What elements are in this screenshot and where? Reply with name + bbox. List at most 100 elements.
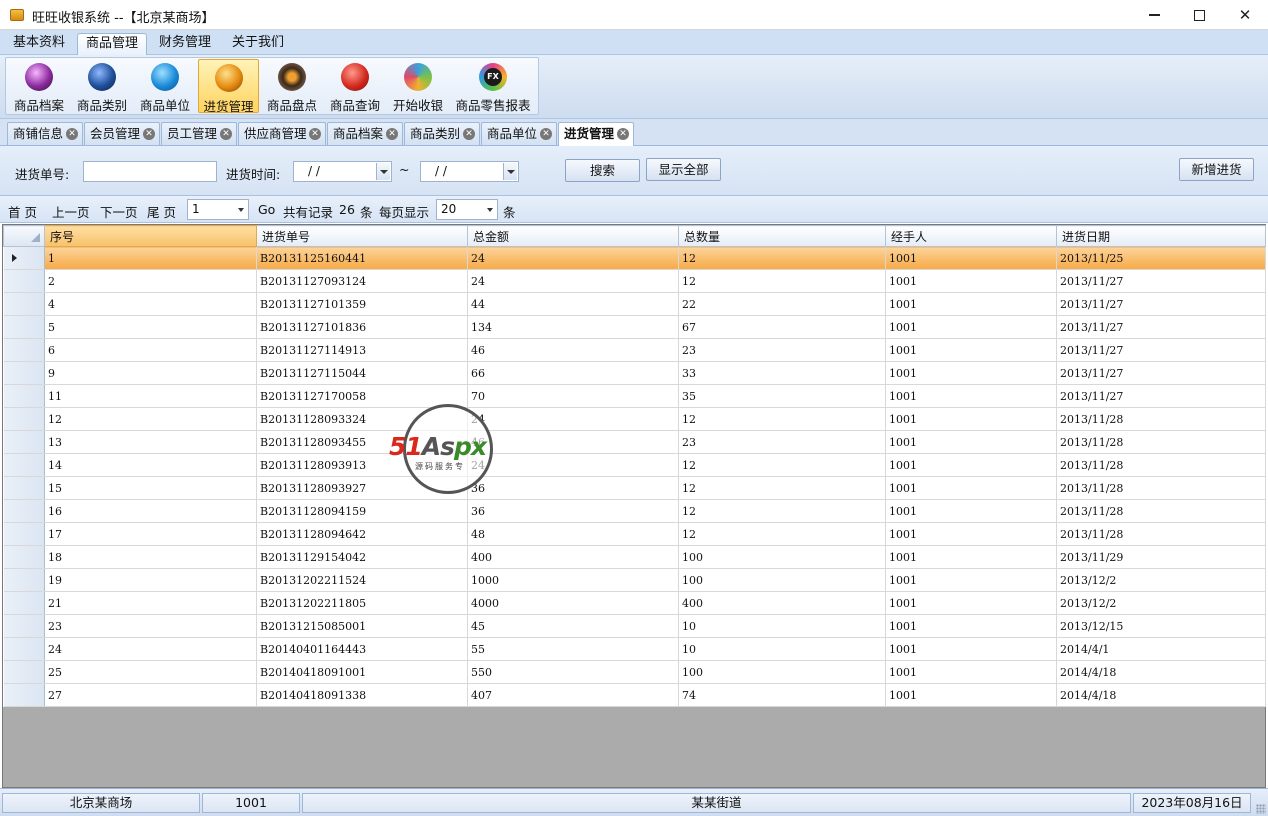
ribbon-button-unit[interactable]: 商品单位 (137, 59, 193, 113)
close-button[interactable]: ✕ (1222, 0, 1268, 30)
table-cell[interactable]: 12 (678, 453, 886, 477)
table-cell[interactable]: 12 (678, 499, 886, 523)
table-cell[interactable]: 2013/11/25 (1056, 246, 1266, 270)
column-header-purchase-date[interactable]: 进货日期 (1056, 225, 1266, 247)
table-cell[interactable]: B20131128093913 (256, 453, 468, 477)
tab-close-icon[interactable]: ✕ (386, 128, 398, 140)
table-cell[interactable]: B20131125160441 (256, 246, 468, 270)
table-cell[interactable]: 22 (678, 292, 886, 316)
table-row[interactable]: 21 B20131202211805 4000 400 1001 2013/12/2 (3, 591, 1266, 615)
table-cell[interactable]: 134 (467, 315, 679, 339)
table-cell[interactable]: 25 (44, 660, 257, 684)
column-header-total-quantity[interactable]: 总数量 (678, 225, 886, 247)
table-row[interactable]: 6 B20131127114913 46 23 1001 2013/11/27 (3, 338, 1266, 362)
table-cell[interactable]: 15 (44, 476, 257, 500)
table-cell[interactable]: 1001 (885, 522, 1057, 546)
table-cell[interactable]: 2013/11/27 (1056, 338, 1266, 362)
table-cell[interactable]: 18 (44, 545, 257, 569)
table-cell[interactable]: 2013/11/28 (1056, 430, 1266, 454)
table-cell[interactable]: 1001 (885, 614, 1057, 638)
order-no-input[interactable] (83, 161, 217, 182)
maximize-button[interactable] (1176, 0, 1222, 30)
tab-purchase-management[interactable]: 进货管理 ✕ (558, 122, 634, 146)
first-page-link[interactable]: 首 页 (8, 202, 37, 221)
table-cell[interactable]: 16 (44, 499, 257, 523)
table-cell[interactable]: 2013/11/27 (1056, 315, 1266, 339)
table-cell[interactable]: 46 (467, 338, 679, 362)
tab-shop-info[interactable]: 商铺信息 ✕ (7, 122, 83, 145)
table-row[interactable]: 23 B20131215085001 45 10 1001 2013/12/15 (3, 614, 1266, 638)
row-header[interactable] (3, 269, 45, 293)
date-from-picker[interactable]: / / (293, 161, 392, 182)
row-header[interactable] (3, 292, 45, 316)
column-header-handler[interactable]: 经手人 (885, 225, 1057, 247)
table-cell[interactable]: 2013/11/28 (1056, 407, 1266, 431)
table-cell[interactable]: 2013/11/27 (1056, 269, 1266, 293)
table-cell[interactable]: 400 (467, 545, 679, 569)
row-header[interactable] (3, 384, 45, 408)
last-page-link[interactable]: 尾 页 (147, 202, 176, 221)
table-cell[interactable]: 12 (678, 476, 886, 500)
table-cell[interactable]: 4000 (467, 591, 679, 615)
table-cell[interactable]: B20140418091338 (256, 683, 468, 707)
column-header-order-no[interactable]: 进货单号 (256, 225, 468, 247)
menu-tab-basic-data[interactable]: 基本资料 (5, 33, 73, 55)
table-row[interactable]: 15 B20131128093927 36 12 1001 2013/11/28 (3, 476, 1266, 500)
table-cell[interactable]: 12 (678, 522, 886, 546)
table-cell[interactable]: 35 (678, 384, 886, 408)
table-cell[interactable]: 1001 (885, 683, 1057, 707)
table-row[interactable]: 9 B20131127115044 66 33 1001 2013/11/27 (3, 361, 1266, 385)
table-cell[interactable]: 70 (467, 384, 679, 408)
row-header[interactable] (3, 476, 45, 500)
table-row[interactable]: 12 B20131128093324 24 12 1001 2013/11/28 (3, 407, 1266, 431)
tab-supplier-management[interactable]: 供应商管理 ✕ (238, 122, 326, 145)
table-cell[interactable]: 24 (467, 407, 679, 431)
table-cell[interactable]: 2014/4/18 (1056, 683, 1266, 707)
table-cell[interactable]: 407 (467, 683, 679, 707)
row-header[interactable] (3, 614, 45, 638)
tab-close-icon[interactable]: ✕ (66, 128, 78, 140)
ribbon-button-product-file[interactable]: 商品档案 (11, 59, 67, 113)
table-row[interactable]: 25 B20140418091001 550 100 1001 2014/4/18 (3, 660, 1266, 684)
table-cell[interactable]: 24 (467, 453, 679, 477)
table-cell[interactable]: 2013/12/15 (1056, 614, 1266, 638)
table-cell[interactable]: 21 (44, 591, 257, 615)
table-cell[interactable]: 12 (678, 407, 886, 431)
show-all-button[interactable]: 显示全部 (646, 158, 721, 181)
table-cell[interactable]: 10 (678, 614, 886, 638)
tab-product-file[interactable]: 商品档案 ✕ (327, 122, 403, 145)
tab-close-icon[interactable]: ✕ (309, 128, 321, 140)
row-header[interactable] (3, 637, 45, 661)
table-cell[interactable]: 14 (44, 453, 257, 477)
table-cell[interactable]: 2013/11/28 (1056, 499, 1266, 523)
table-row[interactable]: 5 B20131127101836 134 67 1001 2013/11/27 (3, 315, 1266, 339)
table-cell[interactable]: B20131128093455 (256, 430, 468, 454)
table-cell[interactable]: B20131128093927 (256, 476, 468, 500)
table-cell[interactable]: 48 (467, 522, 679, 546)
per-page-select[interactable]: 20 (436, 199, 498, 220)
table-cell[interactable]: 6 (44, 338, 257, 362)
table-cell[interactable]: 1001 (885, 430, 1057, 454)
column-header-total-amount[interactable]: 总金额 (467, 225, 679, 247)
table-cell[interactable]: B20131129154042 (256, 545, 468, 569)
chevron-down-icon[interactable] (376, 163, 390, 180)
table-cell[interactable]: 13 (44, 430, 257, 454)
table-cell[interactable]: 45 (467, 614, 679, 638)
row-header[interactable] (3, 522, 45, 546)
menu-tab-about-us[interactable]: 关于我们 (224, 33, 292, 55)
table-cell[interactable]: 19 (44, 568, 257, 592)
table-cell[interactable]: 100 (678, 545, 886, 569)
prev-page-link[interactable]: 上一页 (52, 202, 90, 221)
ribbon-button-category[interactable]: 商品类别 (74, 59, 130, 113)
table-cell[interactable]: 24 (467, 246, 679, 270)
resize-grip-icon[interactable] (1256, 804, 1266, 814)
table-row[interactable]: 11 B20131127170058 70 35 1001 2013/11/27 (3, 384, 1266, 408)
table-cell[interactable]: 1001 (885, 338, 1057, 362)
table-cell[interactable]: 5 (44, 315, 257, 339)
tab-close-icon[interactable]: ✕ (143, 128, 155, 140)
table-cell[interactable]: 550 (467, 660, 679, 684)
page-select[interactable]: 1 (187, 199, 249, 220)
table-cell[interactable]: 36 (467, 476, 679, 500)
table-cell[interactable]: 2013/11/28 (1056, 476, 1266, 500)
table-cell[interactable]: 2013/12/2 (1056, 568, 1266, 592)
